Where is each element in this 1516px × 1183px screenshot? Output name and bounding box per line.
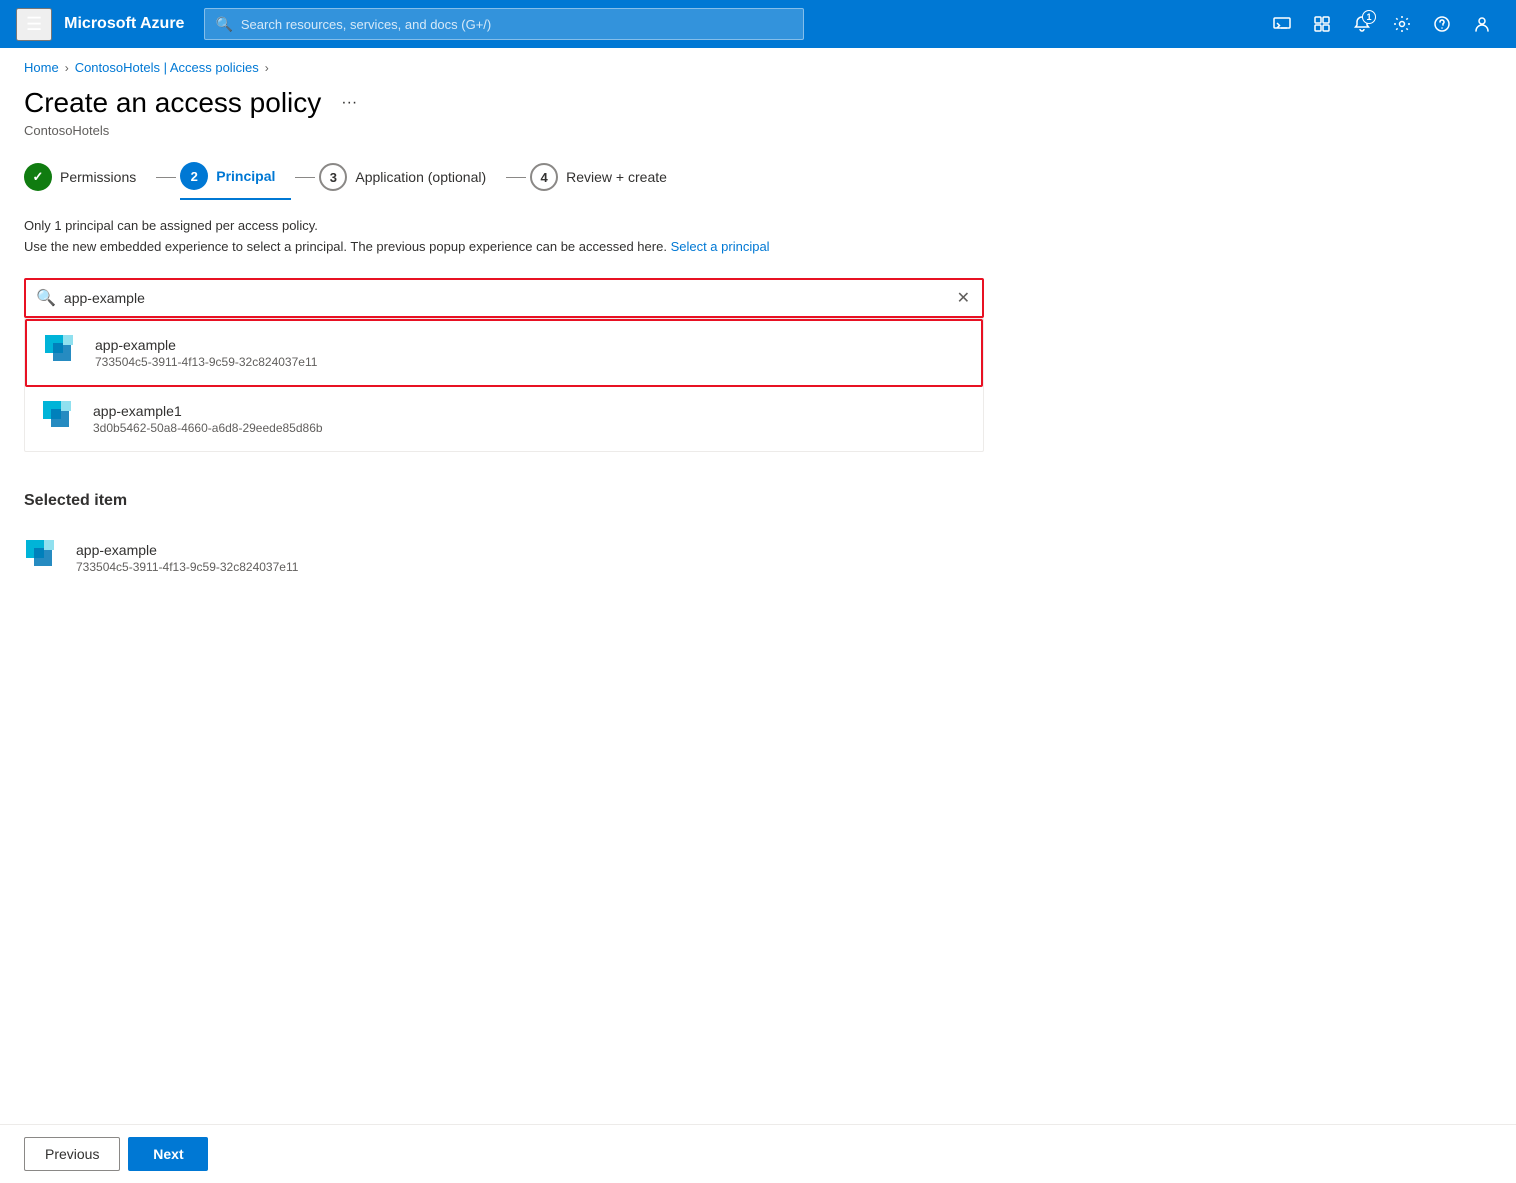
result-item-1-info: app-example 733504c5-3911-4f13-9c59-32c8… bbox=[95, 337, 965, 369]
azure-logo: Microsoft Azure bbox=[64, 15, 184, 33]
step-divider-2 bbox=[295, 177, 315, 178]
search-clear-button[interactable]: ✕ bbox=[955, 286, 972, 310]
info-text-block: Only 1 principal can be assigned per acc… bbox=[24, 216, 1492, 258]
global-search-input[interactable] bbox=[241, 17, 794, 32]
selected-item-name: app-example bbox=[76, 542, 968, 558]
step-4-number: 4 bbox=[541, 170, 548, 185]
breadcrumb-sep-1: › bbox=[65, 61, 69, 75]
selected-item-info: app-example 733504c5-3911-4f13-9c59-32c8… bbox=[76, 542, 968, 574]
selected-item-id: 733504c5-3911-4f13-9c59-32c824037e11 bbox=[76, 560, 968, 574]
previous-button[interactable]: Previous bbox=[24, 1137, 120, 1171]
selected-app-icon bbox=[24, 538, 64, 578]
bottom-bar: Previous Next bbox=[0, 1124, 1516, 1183]
app-icon-1 bbox=[43, 333, 83, 373]
wizard-step-review[interactable]: 4 Review + create bbox=[530, 155, 683, 199]
step-3-number: 3 bbox=[330, 170, 337, 185]
global-search-box[interactable]: 🔍 bbox=[204, 8, 804, 40]
breadcrumb-sep-2: › bbox=[265, 61, 269, 75]
result-item-2-id: 3d0b5462-50a8-4660-a6d8-29eede85d86b bbox=[93, 421, 967, 435]
result-item-2[interactable]: app-example1 3d0b5462-50a8-4660-a6d8-29e… bbox=[25, 387, 983, 451]
page-header: Create an access policy ··· bbox=[0, 75, 1516, 123]
cloud-shell-button[interactable] bbox=[1264, 6, 1300, 42]
check-icon bbox=[33, 169, 44, 185]
selected-section-title: Selected item bbox=[24, 492, 1492, 510]
settings-button[interactable] bbox=[1384, 6, 1420, 42]
principal-search-input[interactable] bbox=[64, 290, 947, 306]
result-item-2-name: app-example1 bbox=[93, 403, 967, 419]
app-icon-2 bbox=[41, 399, 81, 439]
principal-search-box[interactable]: 🔍 ✕ bbox=[24, 278, 984, 318]
breadcrumb: Home › ContosoHotels | Access policies › bbox=[0, 48, 1516, 75]
select-principal-link[interactable]: Select a principal bbox=[671, 239, 770, 254]
step-3-label: Application (optional) bbox=[355, 169, 486, 185]
notification-badge: 1 bbox=[1362, 10, 1376, 24]
info-line-1: Only 1 principal can be assigned per acc… bbox=[24, 216, 1492, 237]
step-1-label: Permissions bbox=[60, 169, 136, 185]
topnav-icon-group: 1 bbox=[1264, 6, 1500, 42]
step-2-circle: 2 bbox=[180, 162, 208, 190]
step-4-label: Review + create bbox=[566, 169, 667, 185]
wizard-step-application[interactable]: 3 Application (optional) bbox=[319, 155, 502, 199]
next-button[interactable]: Next bbox=[128, 1137, 208, 1171]
breadcrumb-access-policies[interactable]: ContosoHotels | Access policies bbox=[75, 60, 259, 75]
result-item-2-info: app-example1 3d0b5462-50a8-4660-a6d8-29e… bbox=[93, 403, 967, 435]
step-4-circle: 4 bbox=[530, 163, 558, 191]
info-prefix: Use the new embedded experience to selec… bbox=[24, 239, 671, 254]
top-navigation: ☰ Microsoft Azure 🔍 1 bbox=[0, 0, 1516, 48]
help-button[interactable] bbox=[1424, 6, 1460, 42]
breadcrumb-home[interactable]: Home bbox=[24, 60, 59, 75]
wizard-step-principal[interactable]: 2 Principal bbox=[180, 154, 291, 200]
main-content: Only 1 principal can be assigned per acc… bbox=[0, 216, 1516, 590]
account-button[interactable] bbox=[1464, 6, 1500, 42]
result-item-1[interactable]: app-example 733504c5-3911-4f13-9c59-32c8… bbox=[25, 319, 983, 387]
more-options-button[interactable]: ··· bbox=[333, 90, 365, 116]
search-icon: 🔍 bbox=[36, 288, 56, 308]
step-1-circle bbox=[24, 163, 52, 191]
step-2-label: Principal bbox=[216, 168, 275, 184]
result-item-1-id: 733504c5-3911-4f13-9c59-32c824037e11 bbox=[95, 355, 965, 369]
wizard-steps: Permissions 2 Principal 3 Application (o… bbox=[0, 154, 1516, 216]
selected-item-section: Selected item app-example 733504c5-3911-… bbox=[24, 492, 1492, 590]
page-title: Create an access policy bbox=[24, 87, 321, 119]
step-2-number: 2 bbox=[191, 169, 198, 184]
result-item-1-name: app-example bbox=[95, 337, 965, 353]
hamburger-menu[interactable]: ☰ bbox=[16, 8, 52, 41]
search-icon: 🔍 bbox=[215, 16, 232, 33]
step-3-circle: 3 bbox=[319, 163, 347, 191]
wizard-step-permissions[interactable]: Permissions bbox=[24, 155, 152, 199]
step-divider-1 bbox=[156, 177, 176, 178]
info-line-2: Use the new embedded experience to selec… bbox=[24, 237, 1492, 258]
page-subtitle: ContosoHotels bbox=[0, 123, 1516, 154]
directory-button[interactable] bbox=[1304, 6, 1340, 42]
notifications-button[interactable]: 1 bbox=[1344, 6, 1380, 42]
search-results-container: app-example 733504c5-3911-4f13-9c59-32c8… bbox=[24, 318, 984, 452]
step-divider-3 bbox=[506, 177, 526, 178]
selected-item: app-example 733504c5-3911-4f13-9c59-32c8… bbox=[24, 526, 984, 590]
